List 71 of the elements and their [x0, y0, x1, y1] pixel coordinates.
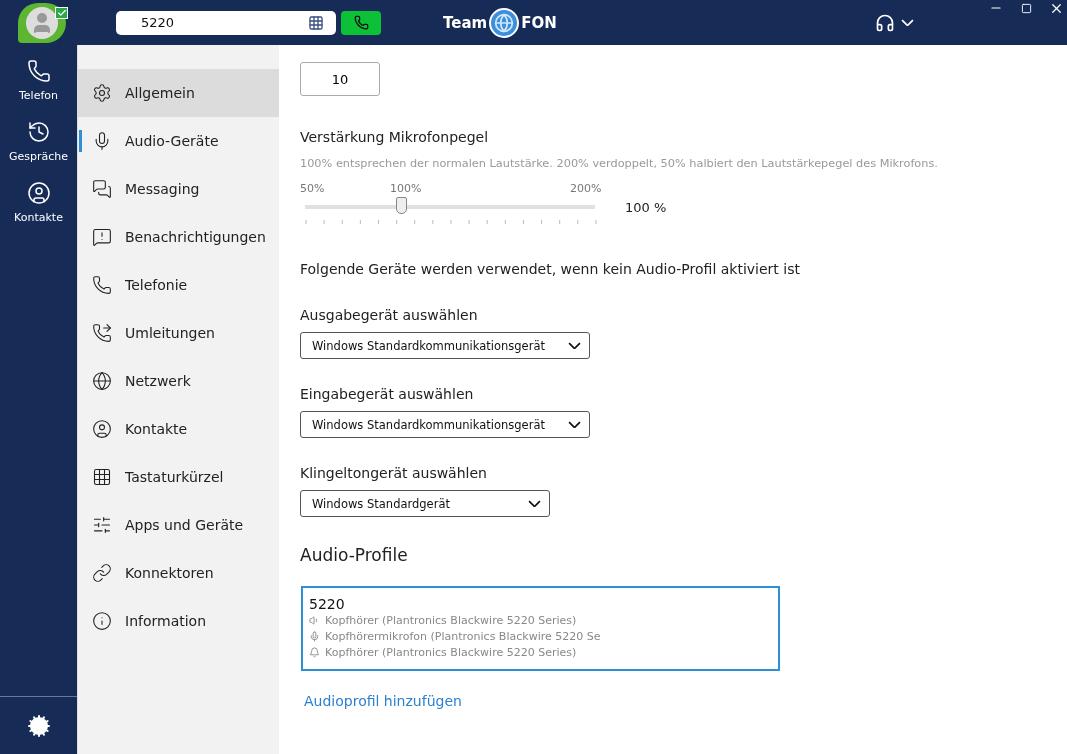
profile-name: 5220	[309, 596, 346, 612]
settings-nav-item[interactable]: Messaging	[78, 165, 279, 213]
settings-nav-item[interactable]: Tastaturkürzel	[78, 453, 279, 501]
add-profile-link[interactable]: Audioprofil hinzufügen	[304, 693, 462, 709]
settings-nav-item[interactable]: Benachrichtigungen	[78, 213, 279, 261]
keypad-icon	[92, 467, 112, 487]
field-label: Eingabegerät auswählen	[300, 386, 474, 402]
logo-text: FON	[521, 13, 557, 32]
avatar-bubble[interactable]	[18, 2, 66, 43]
description-text: 100% entsprechen der normalen Lautstärke. 200% verdoppelt, 50% halbiert den Lautstärkepegel des Mikrofons.	[300, 157, 938, 170]
chevron-down-icon	[900, 18, 914, 27]
number-field[interactable]: 10	[300, 62, 380, 96]
phone-icon	[92, 275, 112, 295]
dial-field[interactable]: 5220	[116, 10, 336, 35]
scale-label: 50%	[300, 182, 325, 195]
chevron-down-icon	[568, 420, 581, 429]
device-dropdown[interactable]: Windows Standardkommunikationsgerät	[300, 411, 590, 438]
chevron-down-icon	[528, 499, 541, 508]
info-icon	[92, 611, 112, 631]
link-icon	[92, 563, 112, 583]
avatar-icon	[26, 6, 58, 39]
headset-menu-button[interactable]	[874, 12, 914, 33]
settings-icon[interactable]	[26, 713, 51, 738]
microphone-icon	[309, 630, 320, 642]
globe-icon	[489, 7, 520, 38]
phone-arrow-icon	[92, 323, 112, 343]
field-label: Klingeltongerät auswählen	[300, 465, 487, 481]
maximize-icon	[1020, 2, 1032, 14]
headset-icon	[874, 12, 895, 33]
bell-icon	[309, 646, 320, 658]
alert-bubble-icon	[92, 227, 112, 247]
person-circle-icon	[26, 181, 51, 205]
device-dropdown[interactable]: Windows Standardgerät	[300, 490, 550, 517]
rail-button[interactable]: Telefon	[0, 59, 77, 102]
gain-reading: 100 %	[625, 199, 667, 215]
phone-icon	[353, 15, 369, 30]
slider-thumb[interactable]	[395, 197, 407, 214]
chevron-down-icon	[568, 341, 581, 350]
device-dropdown[interactable]: Windows Standardkommunikationsgerät	[300, 332, 590, 359]
section-title: Audio-Profile	[300, 545, 408, 565]
audio-profile-card[interactable]: 5220 Kopfhörer (Plantronics Blackwire 5220 Series) Kopfhörermikrofon (Plantronics Blackwire 5220 Se Kopfhörer (Plantronics Blackwire 5220 Series)	[301, 586, 780, 671]
settings-nav-item[interactable]: Allgemein	[78, 69, 279, 117]
sliders-icon	[92, 515, 112, 535]
logo-text: Team	[443, 13, 488, 32]
settings-nav-item[interactable]: Konnektoren	[78, 549, 279, 597]
rail-button[interactable]: Kontakte	[0, 181, 77, 224]
settings-nav-item[interactable]: Netzwerk	[78, 357, 279, 405]
gear-icon	[92, 83, 112, 103]
scale-label: 100%	[390, 182, 422, 195]
device-text: Kopfhörermikrofon (Plantronics Blackwire 5220 Se	[325, 629, 601, 643]
device-text: Kopfhörer (Plantronics Blackwire 5220 Series)	[325, 645, 577, 659]
settings-nav-item[interactable]: Umleitungen	[78, 309, 279, 357]
settings-nav-item[interactable]: Apps und Geräte	[78, 501, 279, 549]
settings-nav-item[interactable]: Information	[78, 597, 279, 645]
speaker-icon	[309, 614, 320, 626]
globe-icon	[92, 371, 112, 391]
call-button[interactable]	[341, 10, 381, 35]
info-text: Folgende Geräte werden verwendet, wenn kein Audio-Profil aktiviert ist	[300, 261, 800, 277]
section-title: Verstärkung Mikrofonpegel	[300, 129, 489, 145]
settings-nav-item[interactable]: Telefonie	[78, 261, 279, 309]
phone-icon	[26, 59, 51, 83]
settings-nav-item[interactable]: Kontakte	[78, 405, 279, 453]
keypad-icon[interactable]	[308, 14, 324, 31]
chat-bubbles-icon	[92, 179, 112, 199]
rail-button[interactable]: Gespräche	[0, 120, 77, 163]
device-text: Kopfhörer (Plantronics Blackwire 5220 Series)	[325, 613, 577, 627]
settings-nav-item[interactable]: Audio-Geräte	[78, 117, 279, 165]
scale-label: 200%	[570, 182, 602, 195]
person-circle-icon	[92, 419, 112, 439]
clock-icon	[26, 120, 51, 144]
field-label: Ausgabegerät auswählen	[300, 307, 478, 323]
